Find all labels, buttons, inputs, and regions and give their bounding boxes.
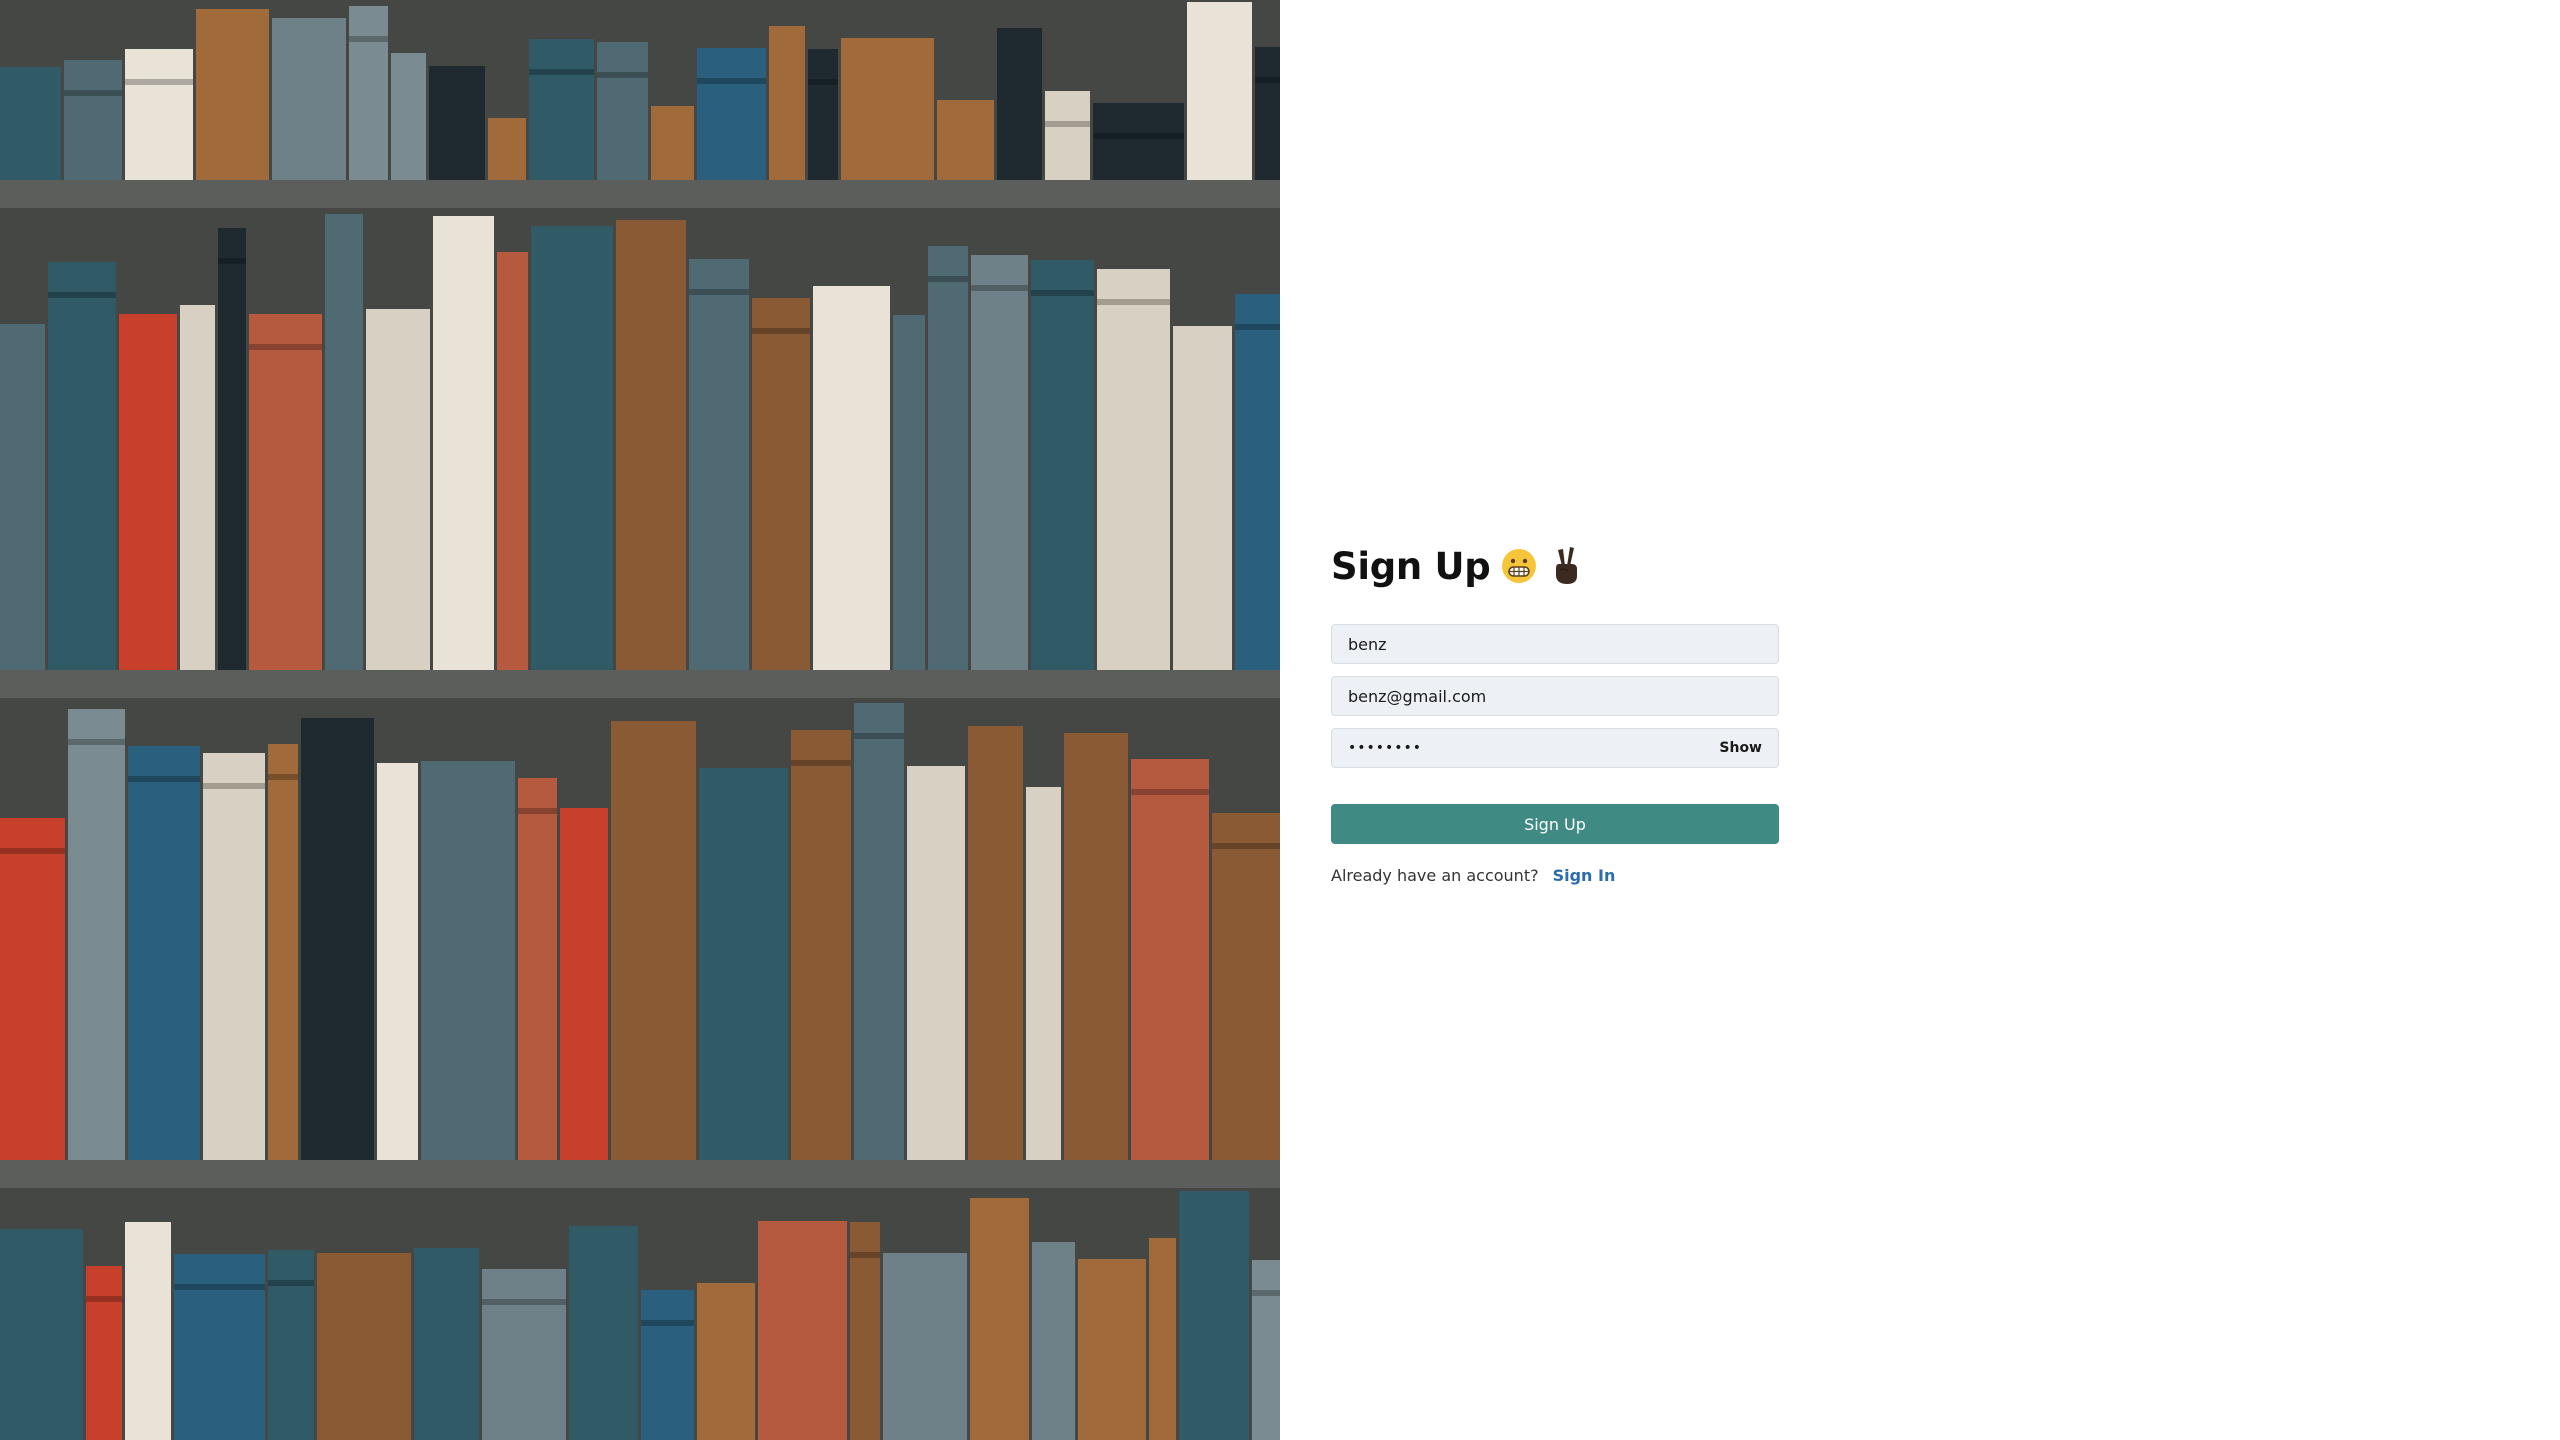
- bookshelf-photo: [0, 0, 1280, 1440]
- victory-hand-icon: [1548, 546, 1584, 586]
- signup-form: Sign Up benz benz@gmail.com •••••••• Sho…: [1331, 538, 1779, 885]
- grimacing-face-icon: [1500, 547, 1538, 585]
- page-title: Sign Up: [1331, 538, 1779, 594]
- sign-up-button[interactable]: Sign Up: [1331, 804, 1779, 844]
- show-password-button[interactable]: Show: [1719, 740, 1762, 756]
- have-account-text: Already have an account?: [1331, 866, 1539, 885]
- password-field[interactable]: [1348, 740, 1762, 756]
- title-text: Sign Up: [1331, 544, 1491, 588]
- signin-row: Already have an account? Sign In: [1331, 866, 1779, 885]
- email-field[interactable]: [1348, 686, 1762, 706]
- name-field[interactable]: [1348, 634, 1762, 654]
- sign-in-link[interactable]: Sign In: [1553, 866, 1616, 885]
- password-field-wrapper: Show: [1331, 728, 1779, 768]
- name-field-wrapper: [1331, 624, 1779, 664]
- email-field-wrapper: [1331, 676, 1779, 716]
